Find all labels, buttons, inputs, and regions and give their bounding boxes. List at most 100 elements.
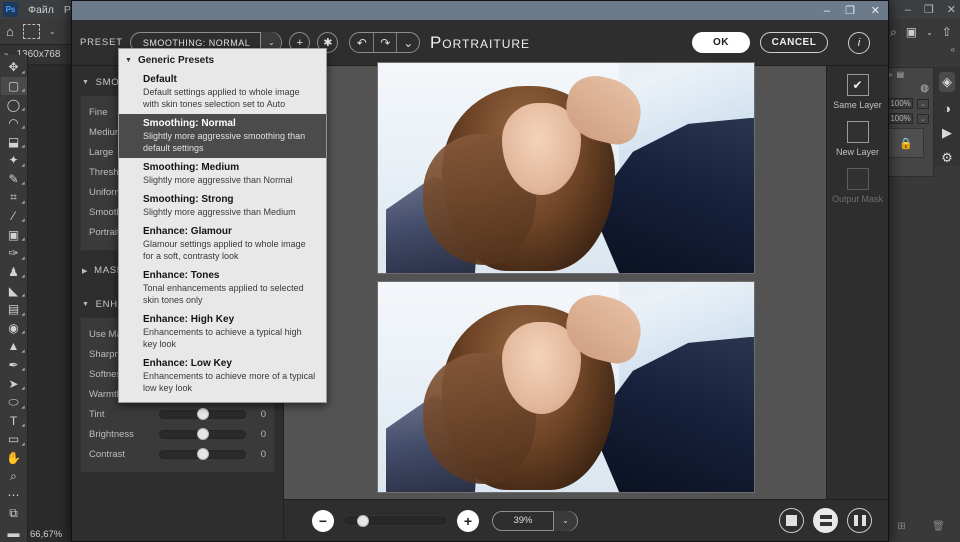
control-row[interactable]: Brightness 0 (81, 424, 274, 444)
info-button[interactable]: i (848, 32, 870, 54)
move-tool[interactable]: ✥ (1, 58, 27, 77)
crop-tool[interactable]: ⌗ (1, 188, 27, 207)
new-layer-checkbox[interactable] (847, 121, 869, 143)
view-mode-single[interactable] (779, 508, 804, 533)
preset-item-title: Smoothing: Strong (143, 193, 318, 206)
eyedropper-tool[interactable]: ⁄ (1, 207, 27, 226)
eraser-tool[interactable]: ◣ (1, 281, 27, 300)
arrange-icon[interactable]: ▣ (906, 25, 917, 39)
chevron-down-icon[interactable]: ⌄ (926, 28, 933, 37)
slider-track[interactable] (159, 450, 246, 459)
foreground-background-color[interactable]: ▬ (1, 523, 27, 542)
marquee-tool[interactable]: ▢ (1, 77, 27, 96)
layers-panel-header: » ▤ (884, 68, 933, 81)
zoom-tool[interactable]: ⌕ (1, 467, 27, 486)
layer-style-icon[interactable]: ◍ (920, 83, 929, 94)
plugin-maximize-button[interactable]: ❐ (845, 1, 855, 20)
lasso-tool[interactable]: ◠ (1, 114, 27, 133)
play-icon[interactable]: ▶ (942, 125, 952, 141)
zoom-in-button[interactable]: + (457, 510, 479, 532)
zoom-out-button[interactable]: − (312, 510, 334, 532)
history-chevron-icon[interactable]: ⌄ (396, 32, 419, 53)
layer-row[interactable]: 🔒 (884, 126, 933, 160)
zoom-level-dropdown[interactable]: 39% ⌄ (492, 511, 578, 531)
hand-tool[interactable]: ✋ (1, 449, 27, 468)
redo-button[interactable]: ↷ (373, 32, 396, 53)
output-mask-checkbox[interactable] (847, 168, 869, 190)
preset-menu-item-smoothing-strong[interactable]: Smoothing: Strong Slightly more aggressi… (119, 190, 326, 222)
opacity-value[interactable]: 100% (888, 98, 913, 109)
object-selection-tool[interactable]: ⬓ (1, 132, 27, 151)
blur-tool[interactable]: ◉ (1, 319, 27, 338)
ok-button[interactable]: OK (692, 32, 750, 53)
gradient-tool[interactable]: ▤ (1, 300, 27, 319)
dodge-tool[interactable]: ▲ (1, 337, 27, 356)
slider-track[interactable] (159, 410, 246, 419)
more-tools-icon[interactable]: ⋯ (1, 486, 27, 505)
menu-file[interactable]: Файл (28, 4, 54, 16)
type-tool[interactable]: T (1, 412, 27, 431)
fill-row: 100% ⌄ (884, 111, 933, 126)
plugin-minimize-button[interactable]: – (824, 1, 830, 20)
undo-button[interactable]: ↶ (350, 32, 373, 53)
layers-icon[interactable]: ◈ (939, 72, 955, 92)
preset-menu-item-enhance-tones[interactable]: Enhance: Tones Tonal enhancements applie… (119, 266, 326, 310)
plugin-preview-area[interactable] (284, 66, 826, 541)
preset-item-description: Enhancements to achieve a typical high k… (143, 326, 318, 350)
elliptical-marquee-tool[interactable]: ◯ (1, 95, 27, 114)
preset-item-title: Enhance: Glamour (143, 225, 318, 238)
home-icon[interactable]: ⌂ (6, 24, 14, 39)
preset-menu-item-enhance-glamour[interactable]: Enhance: Glamour Glamour settings applie… (119, 222, 326, 266)
frame-tool[interactable]: ▣ (1, 225, 27, 244)
view-mode-split-vertical[interactable] (847, 508, 872, 533)
share-icon[interactable]: ⇧ (942, 25, 952, 39)
adjustments-icon[interactable]: ◑ (943, 101, 951, 116)
preview-image-original[interactable] (377, 62, 755, 274)
triangle-down-icon: ▼ (125, 57, 132, 64)
new-layer-icon[interactable]: ⊞ (897, 521, 905, 532)
fill-value[interactable]: 100% (888, 113, 913, 124)
preset-group-header[interactable]: ▼ Generic Presets (119, 52, 326, 70)
collapse-panels-icon[interactable]: « (883, 45, 960, 54)
rectangle-tool[interactable]: ▭ (1, 430, 27, 449)
properties-icon[interactable]: ⚙ (941, 150, 953, 166)
output-mask-label: Output Mask (832, 193, 883, 205)
search-icon[interactable]: ⌕ (890, 25, 897, 40)
preset-menu-item-smoothing-medium[interactable]: Smoothing: Medium Slightly more aggressi… (119, 158, 326, 190)
preset-dropdown-menu[interactable]: ▼ Generic Presets Default Default settin… (118, 48, 327, 403)
preset-label: PRESET (80, 37, 123, 48)
preset-menu-item-smoothing-normal[interactable]: Smoothing: Normal Slightly more aggressi… (119, 114, 326, 158)
magic-wand-tool[interactable]: ✦ (1, 151, 27, 170)
control-row[interactable]: Tint 0 (81, 404, 274, 424)
opacity-chevron-icon[interactable]: ⌄ (917, 99, 929, 109)
brush-tool[interactable]: ✑ (1, 244, 27, 263)
panel-menu-icon[interactable]: ▤ (896, 70, 904, 79)
slider-track[interactable] (159, 430, 246, 439)
fill-chevron-icon[interactable]: ⌄ (917, 114, 929, 124)
plugin-close-button[interactable]: ✕ (871, 1, 880, 20)
preset-item-description: Default settings applied to whole image … (143, 86, 318, 110)
swap-colors-icon[interactable]: ⧉ (1, 505, 27, 524)
marquee-options-icon[interactable] (23, 24, 40, 39)
zoom-slider[interactable] (343, 515, 448, 526)
preset-menu-item-default[interactable]: Default Default settings applied to whol… (119, 70, 326, 114)
control-row[interactable]: Contrast 0 (81, 444, 274, 464)
view-mode-split-horizontal[interactable] (813, 508, 838, 533)
preview-image-processed[interactable] (377, 281, 755, 493)
same-layer-checkbox[interactable]: ✔ (847, 74, 869, 96)
shape-tool[interactable]: ⬭ (1, 393, 27, 412)
view-mode-group (779, 508, 872, 533)
ps-minimize-button[interactable]: – (905, 4, 911, 16)
ps-close-button[interactable]: ✕ (947, 3, 956, 16)
healing-brush-tool[interactable]: ✎ (1, 170, 27, 189)
chevron-down-icon[interactable]: ⌄ (49, 27, 56, 36)
pen-tool[interactable]: ✒ (1, 356, 27, 375)
delete-layer-icon[interactable]: 🗑 (932, 521, 945, 532)
preset-menu-item-enhance-high-key[interactable]: Enhance: High Key Enhancements to achiev… (119, 310, 326, 354)
preset-menu-item-enhance-low-key[interactable]: Enhance: Low Key Enhancements to achieve… (119, 354, 326, 398)
clone-stamp-tool[interactable]: ♟ (1, 263, 27, 282)
path-selection-tool[interactable]: ➤ (1, 374, 27, 393)
ps-maximize-button[interactable]: ❐ (924, 3, 934, 16)
chevron-down-icon[interactable]: ⌄ (553, 511, 577, 531)
cancel-button[interactable]: CANCEL (760, 32, 828, 53)
